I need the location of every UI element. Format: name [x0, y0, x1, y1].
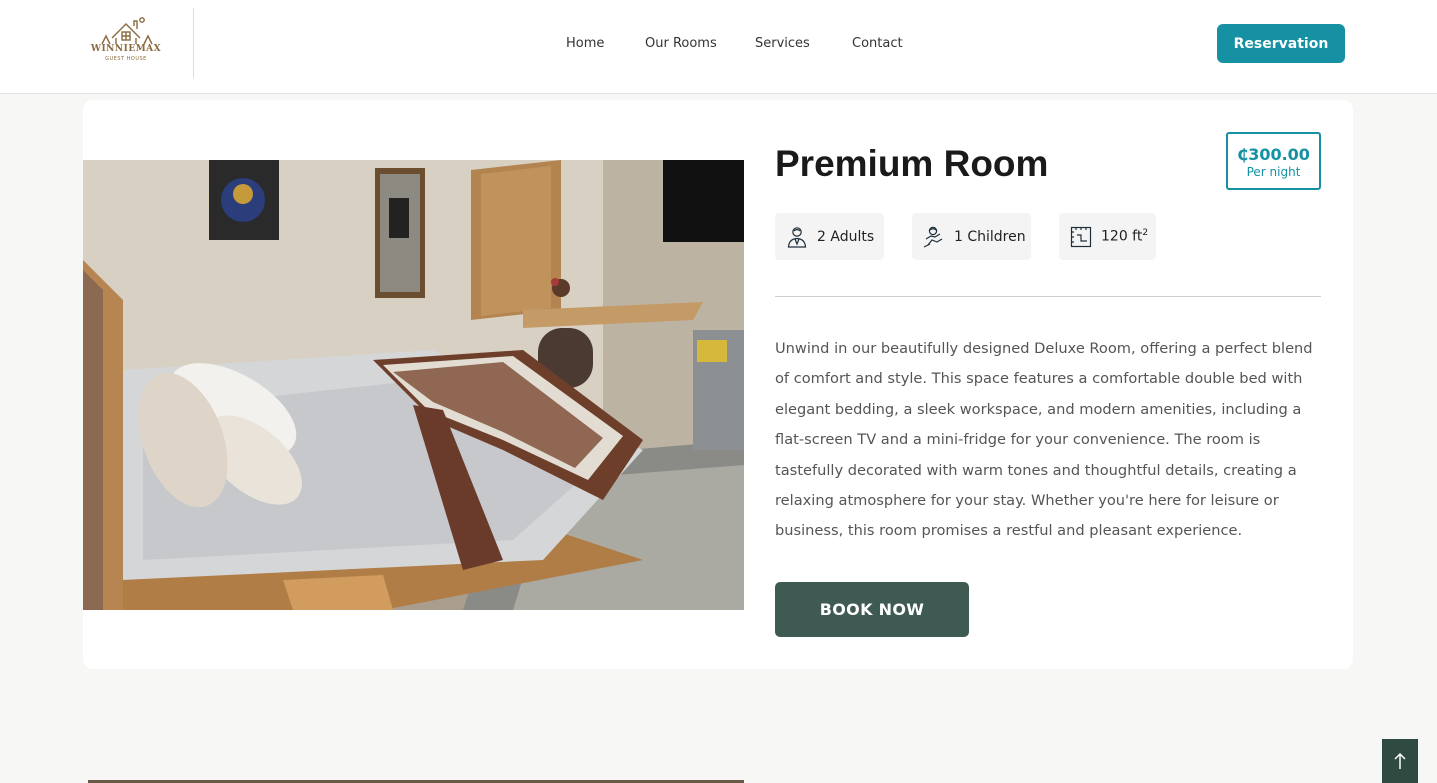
child-person-icon [922, 225, 946, 249]
section-divider [775, 296, 1321, 297]
reservation-button[interactable]: Reservation [1217, 24, 1345, 63]
feature-adults-label: 2 Adults [817, 228, 875, 245]
arrow-up-icon [1394, 752, 1406, 769]
nav-home[interactable]: Home [566, 36, 604, 51]
header-divider [193, 8, 194, 78]
feature-children-label: 1 Children [954, 228, 1026, 245]
scroll-to-top-button[interactable] [1382, 739, 1418, 783]
book-now-button[interactable]: BOOK NOW [775, 582, 969, 637]
logo-name: WINNIEMAX [90, 44, 162, 54]
nav-our-rooms[interactable]: Our Rooms [645, 36, 717, 51]
price-badge: ₵300.00 Per night [1226, 132, 1321, 190]
feature-adults: 2 Adults [775, 213, 884, 260]
room-size-icon [1069, 225, 1093, 249]
price-unit: Per night [1246, 165, 1301, 179]
site-header: WINNIEMAX GUEST HOUSE Home Our Rooms Ser… [0, 0, 1437, 94]
site-logo[interactable]: WINNIEMAX GUEST HOUSE [88, 14, 164, 66]
price-amount: ₵300.00 [1237, 145, 1310, 164]
room-photo [83, 160, 744, 610]
room-description: Unwind in our beautifully designed Delux… [775, 340, 1313, 540]
nav-contact[interactable]: Contact [852, 36, 903, 51]
nav-services[interactable]: Services [755, 36, 810, 51]
logo-subtitle: GUEST HOUSE [105, 56, 147, 62]
room-title: Premium Room [775, 143, 1049, 184]
feature-size-exponent: 2 [1142, 228, 1149, 239]
adult-person-icon [785, 225, 809, 249]
feature-size-label: 120 ft2 [1101, 228, 1149, 245]
feature-children: 1 Children [912, 213, 1031, 260]
feature-size: 120 ft2 [1059, 213, 1156, 260]
